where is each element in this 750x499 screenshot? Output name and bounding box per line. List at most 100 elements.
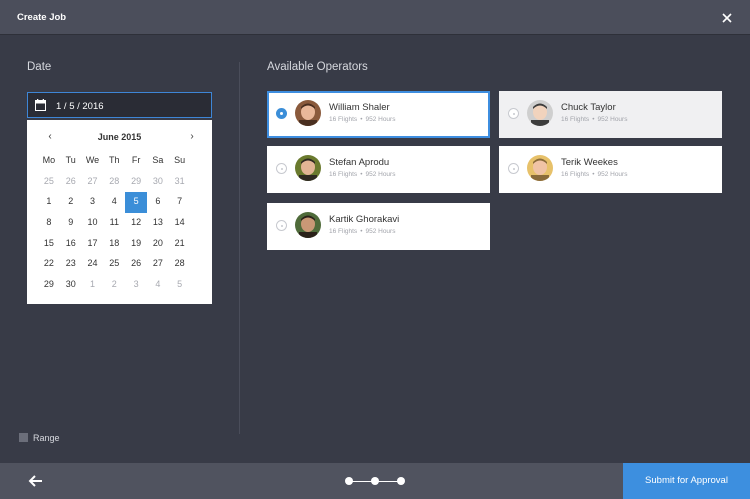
calendar-day[interactable]: 24 xyxy=(82,254,104,275)
calendar-day[interactable]: 21 xyxy=(169,234,191,255)
date-input[interactable]: 1 / 5 / 2016 xyxy=(27,92,212,118)
calendar-day[interactable]: 4 xyxy=(147,275,169,296)
calendar-day[interactable]: 27 xyxy=(147,254,169,275)
calendar-day[interactable]: 19 xyxy=(125,234,147,255)
operator-stats: 16 Flights • 952 Hours xyxy=(329,116,395,123)
avatar xyxy=(295,100,321,126)
calendar-day[interactable]: 4 xyxy=(103,192,125,213)
calendar-day[interactable]: 1 xyxy=(82,275,104,296)
footer-bar: Submit for Approval xyxy=(0,463,750,499)
operator-card[interactable]: Kartik Ghorakavi 16 Flights • 952 Hours xyxy=(267,203,490,250)
calendar-day[interactable]: 14 xyxy=(169,213,191,234)
separator-dot: • xyxy=(592,116,595,123)
calendar-day[interactable]: 18 xyxy=(103,234,125,255)
calendar-week: 29 30 1 2 3 4 5 xyxy=(38,275,191,296)
calendar-day[interactable]: 29 xyxy=(38,275,60,296)
weekday-label: We xyxy=(85,155,100,165)
weekday-label: Sa xyxy=(152,155,164,165)
operator-flights: 16 Flights xyxy=(561,116,590,123)
calendar-day[interactable]: 26 xyxy=(125,254,147,275)
step-dot xyxy=(345,477,353,485)
calendar-day[interactable]: 2 xyxy=(60,192,82,213)
calendar-day[interactable]: 8 xyxy=(38,213,60,234)
calendar-day[interactable]: 17 xyxy=(82,234,104,255)
date-value: 1 / 5 / 2016 xyxy=(56,101,104,112)
calendar-day[interactable]: 30 xyxy=(60,275,82,296)
operator-card[interactable]: William Shaler 16 Flights • 952 Hours xyxy=(267,91,490,138)
step-dot xyxy=(397,477,405,485)
separator-dot: • xyxy=(360,171,363,178)
operators-label: Available Operators xyxy=(267,61,368,73)
weekday-label: Th xyxy=(109,155,120,165)
calendar-day[interactable]: 26 xyxy=(60,172,82,193)
calendar-day[interactable]: 7 xyxy=(169,192,191,213)
calendar-day[interactable]: 11 xyxy=(103,213,125,234)
operator-radio[interactable] xyxy=(276,108,287,119)
operator-radio[interactable] xyxy=(508,108,519,119)
separator-dot: • xyxy=(360,116,363,123)
calendar-day-selected[interactable]: 5 xyxy=(125,192,147,214)
calendar-day[interactable]: 23 xyxy=(60,254,82,275)
checkbox-box[interactable] xyxy=(19,433,28,442)
avatar xyxy=(527,100,553,126)
calendar-day[interactable]: 22 xyxy=(38,254,60,275)
operator-radio[interactable] xyxy=(276,163,287,174)
calendar-day[interactable]: 16 xyxy=(60,234,82,255)
calendar-day[interactable]: 12 xyxy=(125,213,147,234)
calendar-day[interactable]: 25 xyxy=(38,172,60,193)
avatar xyxy=(295,155,321,181)
calendar-day[interactable]: 3 xyxy=(82,192,104,213)
calendar-day[interactable]: 20 xyxy=(147,234,169,255)
next-month-button[interactable]: › xyxy=(185,130,199,144)
operator-hours: 952 Hours xyxy=(365,228,396,235)
calendar-day[interactable]: 28 xyxy=(169,254,191,275)
calendar-day[interactable]: 13 xyxy=(147,213,169,234)
calendar-day[interactable]: 3 xyxy=(125,275,147,296)
range-label: Range xyxy=(33,433,60,443)
date-label: Date xyxy=(27,61,52,73)
operator-radio[interactable] xyxy=(508,163,519,174)
calendar-week: 8 9 10 11 12 13 14 xyxy=(38,213,191,234)
calendar-day[interactable]: 10 xyxy=(82,213,104,234)
calendar-day[interactable]: 5 xyxy=(169,275,191,296)
operator-card[interactable]: Terik Weekes 16 Flights • 952 Hours xyxy=(499,146,722,193)
calendar-day[interactable]: 29 xyxy=(125,172,147,193)
submit-for-approval-button[interactable]: Submit for Approval xyxy=(623,463,750,499)
step-dot xyxy=(371,477,379,485)
weekday-label: Tu xyxy=(65,155,76,165)
operator-stats: 16 Flights • 952 Hours xyxy=(561,171,627,178)
operator-card[interactable]: Stefan Aprodu 16 Flights • 952 Hours xyxy=(267,146,490,193)
calendar-day[interactable]: 30 xyxy=(147,172,169,193)
separator-dot: • xyxy=(592,171,595,178)
separator-dot: • xyxy=(360,228,363,235)
operator-name: William Shaler xyxy=(329,102,390,113)
operator-card[interactable]: Chuck Taylor 16 Flights • 952 Hours xyxy=(499,91,722,138)
calendar-day[interactable]: 27 xyxy=(82,172,104,193)
calendar-day[interactable]: 15 xyxy=(38,234,60,255)
operator-name: Chuck Taylor xyxy=(561,102,616,113)
calendar-week: 22 23 24 25 26 27 28 xyxy=(38,254,191,275)
operator-hours: 952 Hours xyxy=(597,171,628,178)
operator-name: Terik Weekes xyxy=(561,157,618,168)
operator-name: Stefan Aprodu xyxy=(329,157,390,168)
operator-hours: 952 Hours xyxy=(365,171,396,178)
operator-flights: 16 Flights xyxy=(329,228,358,235)
title-bar: Create Job xyxy=(0,0,750,35)
calendar-day[interactable]: 25 xyxy=(103,254,125,275)
calendar-day[interactable]: 9 xyxy=(60,213,82,234)
calendar-day[interactable]: 6 xyxy=(147,192,169,213)
operator-flights: 16 Flights xyxy=(329,171,358,178)
calendar-day[interactable]: 2 xyxy=(103,275,125,296)
calendar-day[interactable]: 28 xyxy=(103,172,125,193)
back-arrow-icon[interactable] xyxy=(28,475,44,487)
operator-stats: 16 Flights • 952 Hours xyxy=(561,116,627,123)
calendar-grid: Mo Tu We Th Fr Sa Su 25 26 27 28 29 30 31 1 2 3 4 5 6 7 8 9 10 1… xyxy=(38,151,191,296)
operator-hours: 952 Hours xyxy=(365,116,396,123)
calendar-week: 25 26 27 28 29 30 31 xyxy=(38,172,191,193)
operator-flights: 16 Flights xyxy=(561,171,590,178)
calendar-day[interactable]: 31 xyxy=(169,172,191,193)
calendar-week: 1234567 xyxy=(38,192,191,214)
operator-radio[interactable] xyxy=(276,220,287,231)
calendar-day[interactable]: 1 xyxy=(38,192,60,213)
close-icon[interactable] xyxy=(717,8,737,28)
